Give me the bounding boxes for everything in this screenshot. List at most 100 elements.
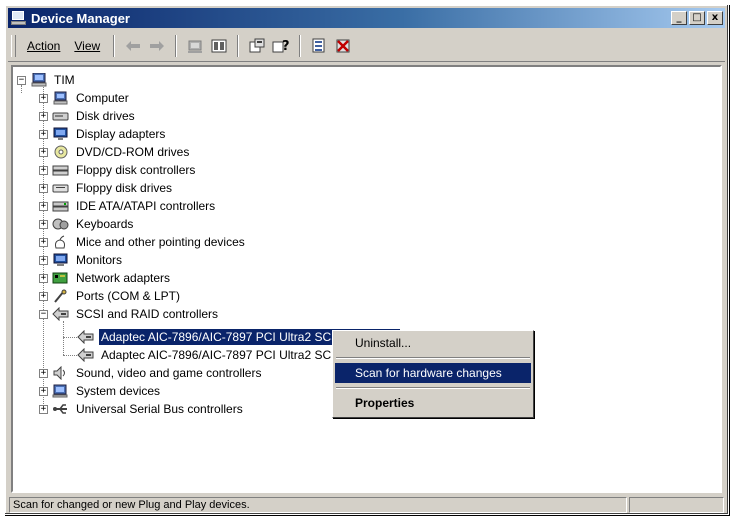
device-tree[interactable]: − TIM + Computer + Disk drives + Display adap… bbox=[11, 65, 722, 493]
sound-icon bbox=[52, 365, 70, 381]
uninstall-button[interactable] bbox=[332, 35, 354, 57]
expand-toggle[interactable]: + bbox=[39, 386, 48, 396]
tree-item-label: IDE ATA/ATAPI controllers bbox=[76, 199, 216, 213]
monitor-icon bbox=[52, 252, 70, 268]
maximize-button[interactable]: □ bbox=[689, 11, 705, 25]
title-bar[interactable]: Device Manager _ □ x bbox=[8, 8, 725, 28]
toolbar-grip[interactable] bbox=[11, 35, 16, 57]
tree-item-label: Disk drives bbox=[76, 109, 135, 123]
tree-item-monitors[interactable]: + Monitors bbox=[39, 251, 124, 269]
toolbar-separator bbox=[175, 35, 178, 57]
menu-view[interactable]: View bbox=[67, 37, 107, 55]
scan-hardware-icon bbox=[312, 38, 325, 53]
help-icon: ? bbox=[272, 39, 290, 54]
properties-button[interactable] bbox=[246, 35, 268, 57]
tree-root[interactable]: − TIM bbox=[17, 71, 77, 89]
tree-item-ports-com-lpt[interactable]: + Ports (COM & LPT) bbox=[39, 287, 182, 305]
toolbar-separator bbox=[299, 35, 302, 57]
context-menu: Uninstall... Scan for hardware changes P… bbox=[332, 330, 534, 418]
tree-item-label: Universal Serial Bus controllers bbox=[76, 402, 243, 416]
tree-item-label: System devices bbox=[76, 384, 161, 398]
expand-toggle[interactable]: + bbox=[39, 201, 48, 211]
scan-hardware-button[interactable] bbox=[308, 35, 330, 57]
device-view-icon bbox=[211, 39, 227, 53]
expand-toggle[interactable]: + bbox=[39, 291, 48, 301]
collapse-toggle[interactable]: − bbox=[17, 75, 26, 85]
expand-toggle[interactable]: + bbox=[39, 368, 48, 378]
tree-item-label: Mice and other pointing devices bbox=[76, 235, 245, 249]
status-text: Scan for changed or new Plug and Play de… bbox=[9, 497, 628, 513]
forward-button[interactable] bbox=[146, 35, 168, 57]
computer-view-button[interactable] bbox=[184, 35, 206, 57]
tree-item-scsi-and-raid-controllers[interactable]: − SCSI and RAID controllers bbox=[39, 305, 220, 323]
usb-icon bbox=[52, 401, 70, 417]
expand-toggle[interactable]: + bbox=[39, 237, 48, 247]
port-icon bbox=[52, 288, 70, 304]
tree-item-keyboards[interactable]: + Keyboards bbox=[39, 215, 135, 233]
tree-item-label: Network adapters bbox=[76, 271, 171, 285]
window-title: Device Manager bbox=[31, 10, 130, 26]
computer-view-icon bbox=[188, 40, 203, 53]
expand-toggle[interactable]: + bbox=[39, 404, 48, 414]
tree-item-label: SCSI and RAID controllers bbox=[76, 307, 219, 321]
tree-item-universal-serial-bus-controllers[interactable]: + Universal Serial Bus controllers bbox=[39, 400, 245, 418]
tree-item-label: Display adapters bbox=[76, 127, 166, 141]
tree-item-sound-video-and-game-controllers[interactable]: + Sound, video and game controllers bbox=[39, 364, 263, 382]
tree-item-network-adapters[interactable]: + Network adapters bbox=[39, 269, 172, 287]
scsi-icon bbox=[52, 306, 70, 322]
properties-icon bbox=[249, 38, 265, 53]
tree-item-ide-ata-atapi-controllers[interactable]: + IDE ATA/ATAPI controllers bbox=[39, 197, 217, 215]
toolbar-separator bbox=[237, 35, 240, 57]
help-button[interactable]: ? bbox=[270, 35, 292, 57]
close-button[interactable]: x bbox=[707, 11, 723, 25]
tree-item-display-adapters[interactable]: + Display adapters bbox=[39, 125, 167, 143]
minimize-button[interactable]: _ bbox=[671, 11, 687, 25]
context-uninstall[interactable]: Uninstall... bbox=[335, 333, 531, 353]
tree-item-computer[interactable]: + Computer bbox=[39, 89, 131, 107]
keyboard-icon bbox=[52, 216, 70, 232]
tree-item-floppy-disk-controllers[interactable]: + Floppy disk controllers bbox=[39, 161, 197, 179]
expand-toggle[interactable]: + bbox=[39, 273, 48, 283]
expand-toggle[interactable]: + bbox=[39, 93, 48, 103]
computer-icon bbox=[52, 90, 70, 106]
menu-toolbar: Action View ? bbox=[8, 31, 725, 62]
context-separator bbox=[336, 387, 530, 389]
disk-drive-icon bbox=[52, 108, 70, 124]
scsi-device-icon bbox=[77, 347, 95, 363]
uninstall-icon bbox=[336, 39, 350, 53]
expand-toggle[interactable]: + bbox=[39, 147, 48, 157]
tree-item-label: Floppy disk controllers bbox=[76, 163, 196, 177]
expand-toggle[interactable]: + bbox=[39, 129, 48, 139]
expand-toggle[interactable]: + bbox=[39, 183, 48, 193]
expand-toggle[interactable]: + bbox=[39, 255, 48, 265]
back-button[interactable] bbox=[122, 35, 144, 57]
tree-item-label: Sound, video and game controllers bbox=[76, 366, 262, 380]
expand-toggle[interactable]: + bbox=[39, 219, 48, 229]
tree-item-label: Adaptec AIC-7896/AIC-7897 PCI Ultra2 SC bbox=[101, 348, 332, 362]
svg-text:?: ? bbox=[282, 39, 290, 54]
tree-item-mice-and-other-pointing-devices[interactable]: + Mice and other pointing devices bbox=[39, 233, 247, 251]
context-properties[interactable]: Properties bbox=[335, 393, 531, 413]
tree-connector bbox=[63, 321, 64, 355]
context-scan-hardware[interactable]: Scan for hardware changes bbox=[335, 363, 531, 383]
tree-item-label: Floppy disk drives bbox=[76, 181, 173, 195]
tree-root-label: TIM bbox=[54, 73, 75, 87]
tree-item-label: Keyboards bbox=[76, 217, 134, 231]
menu-action[interactable]: Action bbox=[20, 37, 67, 55]
tree-item-disk-drives[interactable]: + Disk drives bbox=[39, 107, 137, 125]
device-view-button[interactable] bbox=[208, 35, 230, 57]
tree-connector bbox=[63, 355, 77, 356]
tree-item-floppy-disk-drives[interactable]: + Floppy disk drives bbox=[39, 179, 174, 197]
tree-item-system-devices[interactable]: + System devices bbox=[39, 382, 162, 400]
tree-item-label: Computer bbox=[76, 91, 129, 105]
floppy-drive-icon bbox=[52, 180, 70, 196]
tree-item-dvd-cd-rom-drives[interactable]: + DVD/CD-ROM drives bbox=[39, 143, 191, 161]
device-manager-window: Device Manager _ □ x Action View ? − TIM… bbox=[4, 4, 729, 515]
expand-toggle[interactable]: + bbox=[39, 111, 48, 121]
network-adapter-icon bbox=[52, 270, 70, 286]
tree-connector bbox=[63, 337, 77, 338]
tree-item-scsi-controller-2[interactable]: Adaptec AIC-7896/AIC-7897 PCI Ultra2 SC bbox=[77, 346, 333, 364]
collapse-toggle[interactable]: − bbox=[39, 309, 48, 319]
expand-toggle[interactable]: + bbox=[39, 165, 48, 175]
tree-item-label: Ports (COM & LPT) bbox=[76, 289, 181, 303]
